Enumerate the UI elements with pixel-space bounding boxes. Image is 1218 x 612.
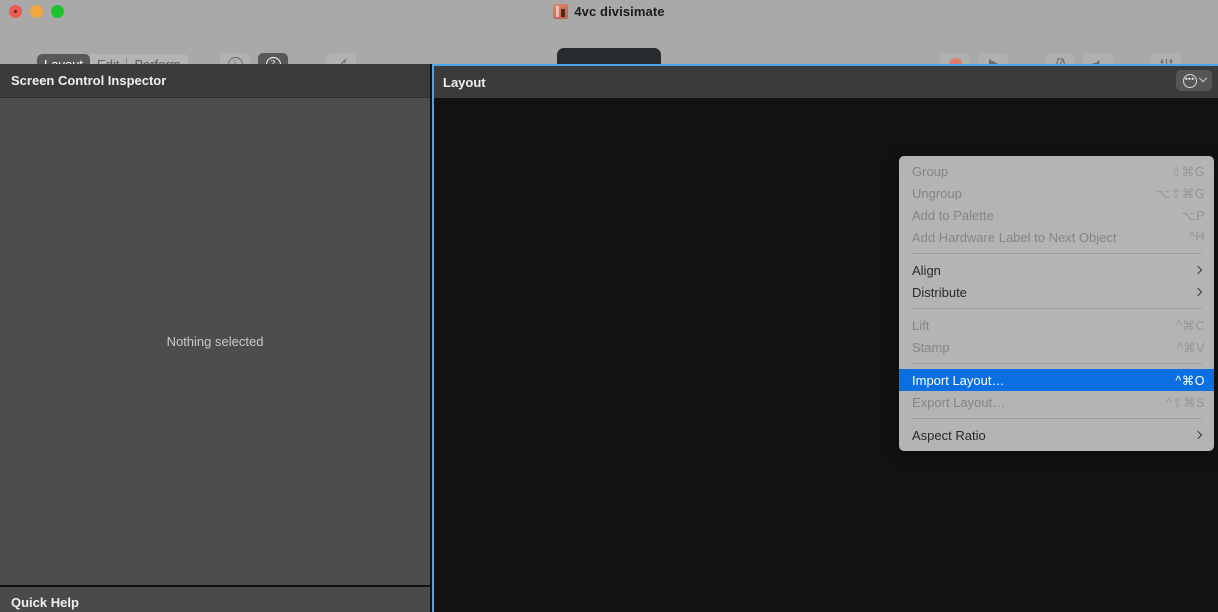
menu-item-distribute[interactable]: Distribute — [899, 281, 1214, 303]
menu-item-add-hardware-label-to-next-object: Add Hardware Label to Next Object ^H — [899, 226, 1214, 248]
menu-item-label: Lift — [912, 317, 930, 333]
layout-header: Layout ••• — [434, 66, 1218, 98]
menu-item-shortcut: ^⌘C — [1176, 318, 1205, 333]
quick-help-panel: Quick Help — [0, 587, 430, 612]
menu-separator — [911, 363, 1202, 364]
inspector-empty-message: Nothing selected — [166, 334, 264, 349]
menu-item-label: Align — [912, 262, 941, 278]
chevron-right-icon — [1193, 265, 1203, 275]
menu-item-shortcut: ⌥⇧⌘G — [1155, 186, 1205, 201]
menu-item-label: Group — [912, 163, 949, 179]
ellipsis-circle-icon: ••• — [1182, 73, 1197, 88]
menu-item-shortcut: ^⇧⌘S — [1165, 395, 1205, 410]
menu-item-label: Distribute — [912, 284, 967, 300]
menu-item-ungroup: Ungroup ⌥⇧⌘G — [899, 182, 1214, 204]
menu-item-label: Import Layout… — [912, 372, 1005, 388]
application-window: 4vc divisimate Layout Edit Perform i ? M… — [0, 0, 1218, 612]
menu-item-stamp: Stamp ^⌘V — [899, 336, 1214, 358]
quick-help-header: Quick Help — [0, 587, 430, 612]
menu-item-label: Ungroup — [912, 185, 962, 201]
menu-item-label: Add to Palette — [912, 207, 994, 223]
menu-item-label: Aspect Ratio — [912, 427, 986, 443]
title-bar: 4vc divisimate — [0, 0, 1218, 23]
menu-item-lift: Lift ^⌘C — [899, 314, 1214, 336]
menu-item-shortcut: ⇧⌘G — [1170, 164, 1205, 179]
menu-item-shortcut: ^⌘V — [1176, 340, 1205, 355]
main-content-area: Screen Control Inspector Nothing selecte… — [0, 64, 1218, 612]
menu-item-shortcut: ^⌘O — [1175, 373, 1205, 388]
inspector-title: Screen Control Inspector — [11, 73, 167, 88]
menu-separator — [911, 308, 1202, 309]
window-title-group: 4vc divisimate — [0, 0, 1218, 23]
menu-item-label: Add Hardware Label to Next Object — [912, 229, 1117, 245]
chevron-right-icon — [1193, 287, 1203, 297]
menu-item-aspect-ratio[interactable]: Aspect Ratio — [899, 424, 1214, 446]
toolbar: Layout Edit Perform i ? MIDI IN — [0, 23, 1218, 82]
menu-item-add-to-palette: Add to Palette ⌥P — [899, 204, 1214, 226]
window-title: 4vc divisimate — [574, 4, 665, 19]
menu-separator — [911, 418, 1202, 419]
menu-item-shortcut: ⌥P — [1181, 208, 1205, 223]
screen-control-inspector-panel: Screen Control Inspector Nothing selecte… — [0, 64, 430, 585]
inspector-body: Nothing selected — [0, 98, 430, 585]
menu-item-label: Stamp — [912, 339, 950, 355]
menu-item-shortcut: ^H — [1189, 230, 1205, 244]
quick-help-title: Quick Help — [11, 594, 79, 610]
inspector-header: Screen Control Inspector — [0, 64, 430, 98]
layout-title: Layout — [443, 74, 486, 90]
menu-item-group: Group ⇧⌘G — [899, 160, 1214, 182]
menu-separator — [911, 253, 1202, 254]
menu-item-align[interactable]: Align — [899, 259, 1214, 281]
app-icon — [553, 4, 569, 19]
menu-item-import-layout[interactable]: Import Layout… ^⌘O — [899, 369, 1214, 391]
menu-item-label: Export Layout… — [912, 394, 1006, 410]
chevron-right-icon — [1193, 430, 1203, 440]
layout-context-menu: Group ⇧⌘G Ungroup ⌥⇧⌘G Add to Palette ⌥P Add H… — [899, 156, 1214, 451]
menu-item-export-layout: Export Layout… ^⇧⌘S — [899, 391, 1214, 413]
layout-menu-button[interactable]: ••• — [1176, 70, 1212, 91]
chevron-down-icon — [1198, 73, 1207, 82]
